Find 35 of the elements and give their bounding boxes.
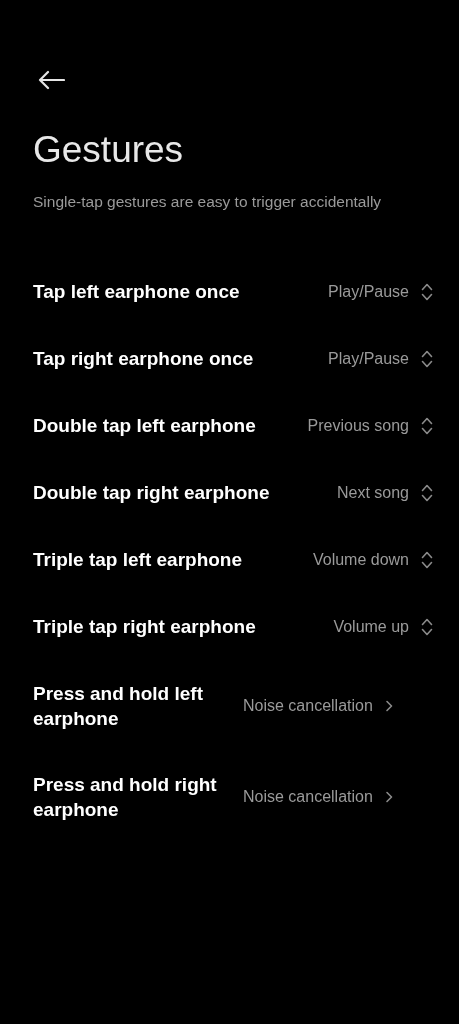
- setting-value: Noise cancellation: [243, 787, 373, 806]
- setting-row[interactable]: Tap left earphone once Play/Pause: [33, 258, 435, 325]
- chevron-right-icon: [384, 790, 393, 803]
- setting-value: Volume up: [333, 617, 409, 636]
- setting-label: Tap left earphone once: [33, 280, 241, 304]
- setting-value: Previous song: [307, 416, 409, 435]
- up-down-chevron-icon: [421, 616, 433, 637]
- setting-row[interactable]: Press and hold left earphone Noise cancellation: [33, 660, 435, 751]
- setting-row[interactable]: Double tap left earphone Previous song: [33, 392, 435, 459]
- setting-label: Press and hold right earphone: [33, 772, 218, 822]
- up-down-chevron-icon: [421, 415, 433, 436]
- setting-label: Tap right earphone once: [33, 347, 255, 371]
- setting-row[interactable]: Triple tap left earphone Volume down: [33, 526, 435, 593]
- setting-row[interactable]: Double tap right earphone Next song: [33, 459, 435, 526]
- chevron-right-icon: [384, 699, 393, 712]
- setting-value: Play/Pause: [328, 349, 409, 368]
- page-title: Gestures: [33, 128, 185, 172]
- setting-label: Triple tap right earphone: [33, 615, 257, 639]
- page-subtitle: Single-tap gestures are easy to trigger accidentally: [33, 192, 383, 212]
- setting-value: Noise cancellation: [243, 696, 373, 715]
- setting-value: Play/Pause: [328, 282, 409, 301]
- up-down-chevron-icon: [421, 348, 433, 369]
- setting-row[interactable]: Tap right earphone once Play/Pause: [33, 325, 435, 392]
- setting-label: Double tap right earphone: [33, 481, 271, 505]
- setting-row[interactable]: Press and hold right earphone Noise cancellation: [33, 751, 435, 842]
- setting-label: Double tap left earphone: [33, 414, 257, 438]
- back-icon[interactable]: [37, 70, 65, 90]
- up-down-chevron-icon: [421, 281, 433, 302]
- up-down-chevron-icon: [421, 482, 433, 503]
- setting-row[interactable]: Triple tap right earphone Volume up: [33, 593, 435, 660]
- setting-value: Next song: [336, 483, 409, 502]
- setting-value: Volume down: [312, 550, 409, 569]
- up-down-chevron-icon: [421, 549, 433, 570]
- setting-label: Press and hold left earphone: [33, 681, 204, 731]
- setting-label: Triple tap left earphone: [33, 548, 244, 572]
